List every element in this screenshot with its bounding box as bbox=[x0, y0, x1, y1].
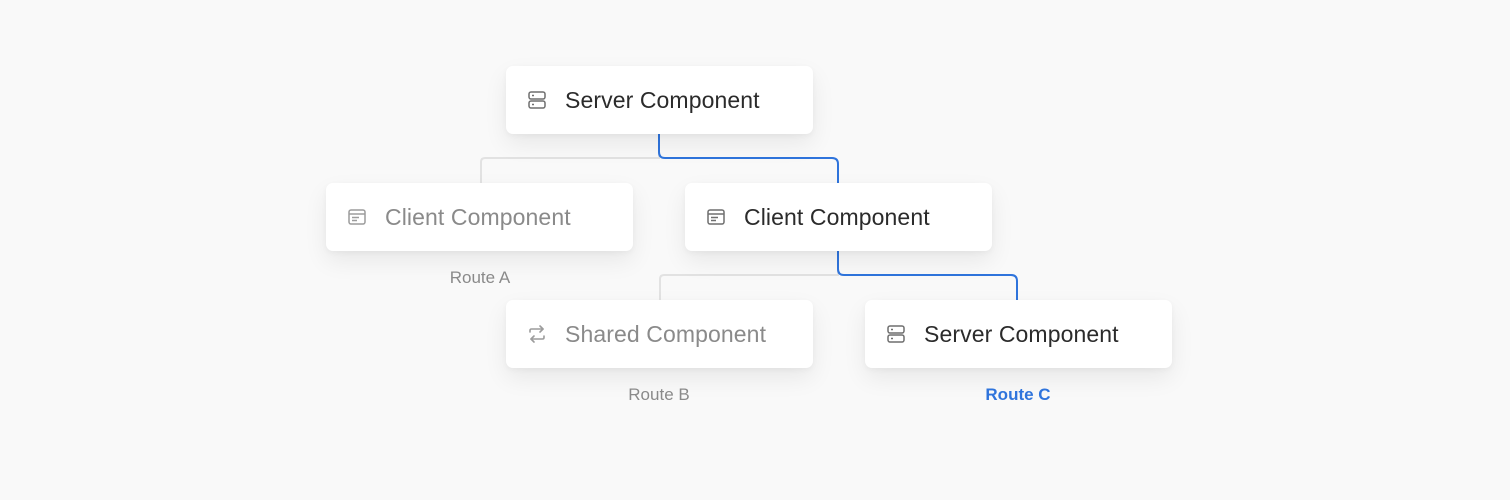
connector-top-to-client-a bbox=[480, 134, 660, 183]
node-server-component-route-c: Server Component bbox=[865, 300, 1172, 368]
route-label-c: Route C bbox=[985, 385, 1051, 404]
node-label: Client Component bbox=[744, 203, 930, 230]
connector-client-b-to-shared bbox=[659, 251, 839, 300]
node-label: Shared Component bbox=[565, 320, 767, 347]
node-label: Client Component bbox=[385, 203, 571, 230]
node-client-component-route-a: Client Component bbox=[326, 183, 633, 251]
node-shared-component-route-b: Shared Component bbox=[506, 300, 813, 368]
connector-top-to-client-b bbox=[658, 134, 839, 183]
shared-icon bbox=[526, 323, 548, 345]
node-server-component-root: Server Component bbox=[506, 66, 813, 134]
client-icon bbox=[705, 206, 727, 228]
connector-client-b-to-server-c bbox=[837, 251, 1018, 300]
node-client-component-branch: Client Component bbox=[685, 183, 992, 251]
server-icon bbox=[885, 323, 907, 345]
node-label: Server Component bbox=[565, 86, 760, 113]
route-label-a: Route A bbox=[449, 268, 511, 287]
client-icon bbox=[346, 206, 368, 228]
node-label: Server Component bbox=[924, 320, 1119, 347]
route-label-b: Route B bbox=[628, 385, 690, 404]
server-icon bbox=[526, 89, 548, 111]
